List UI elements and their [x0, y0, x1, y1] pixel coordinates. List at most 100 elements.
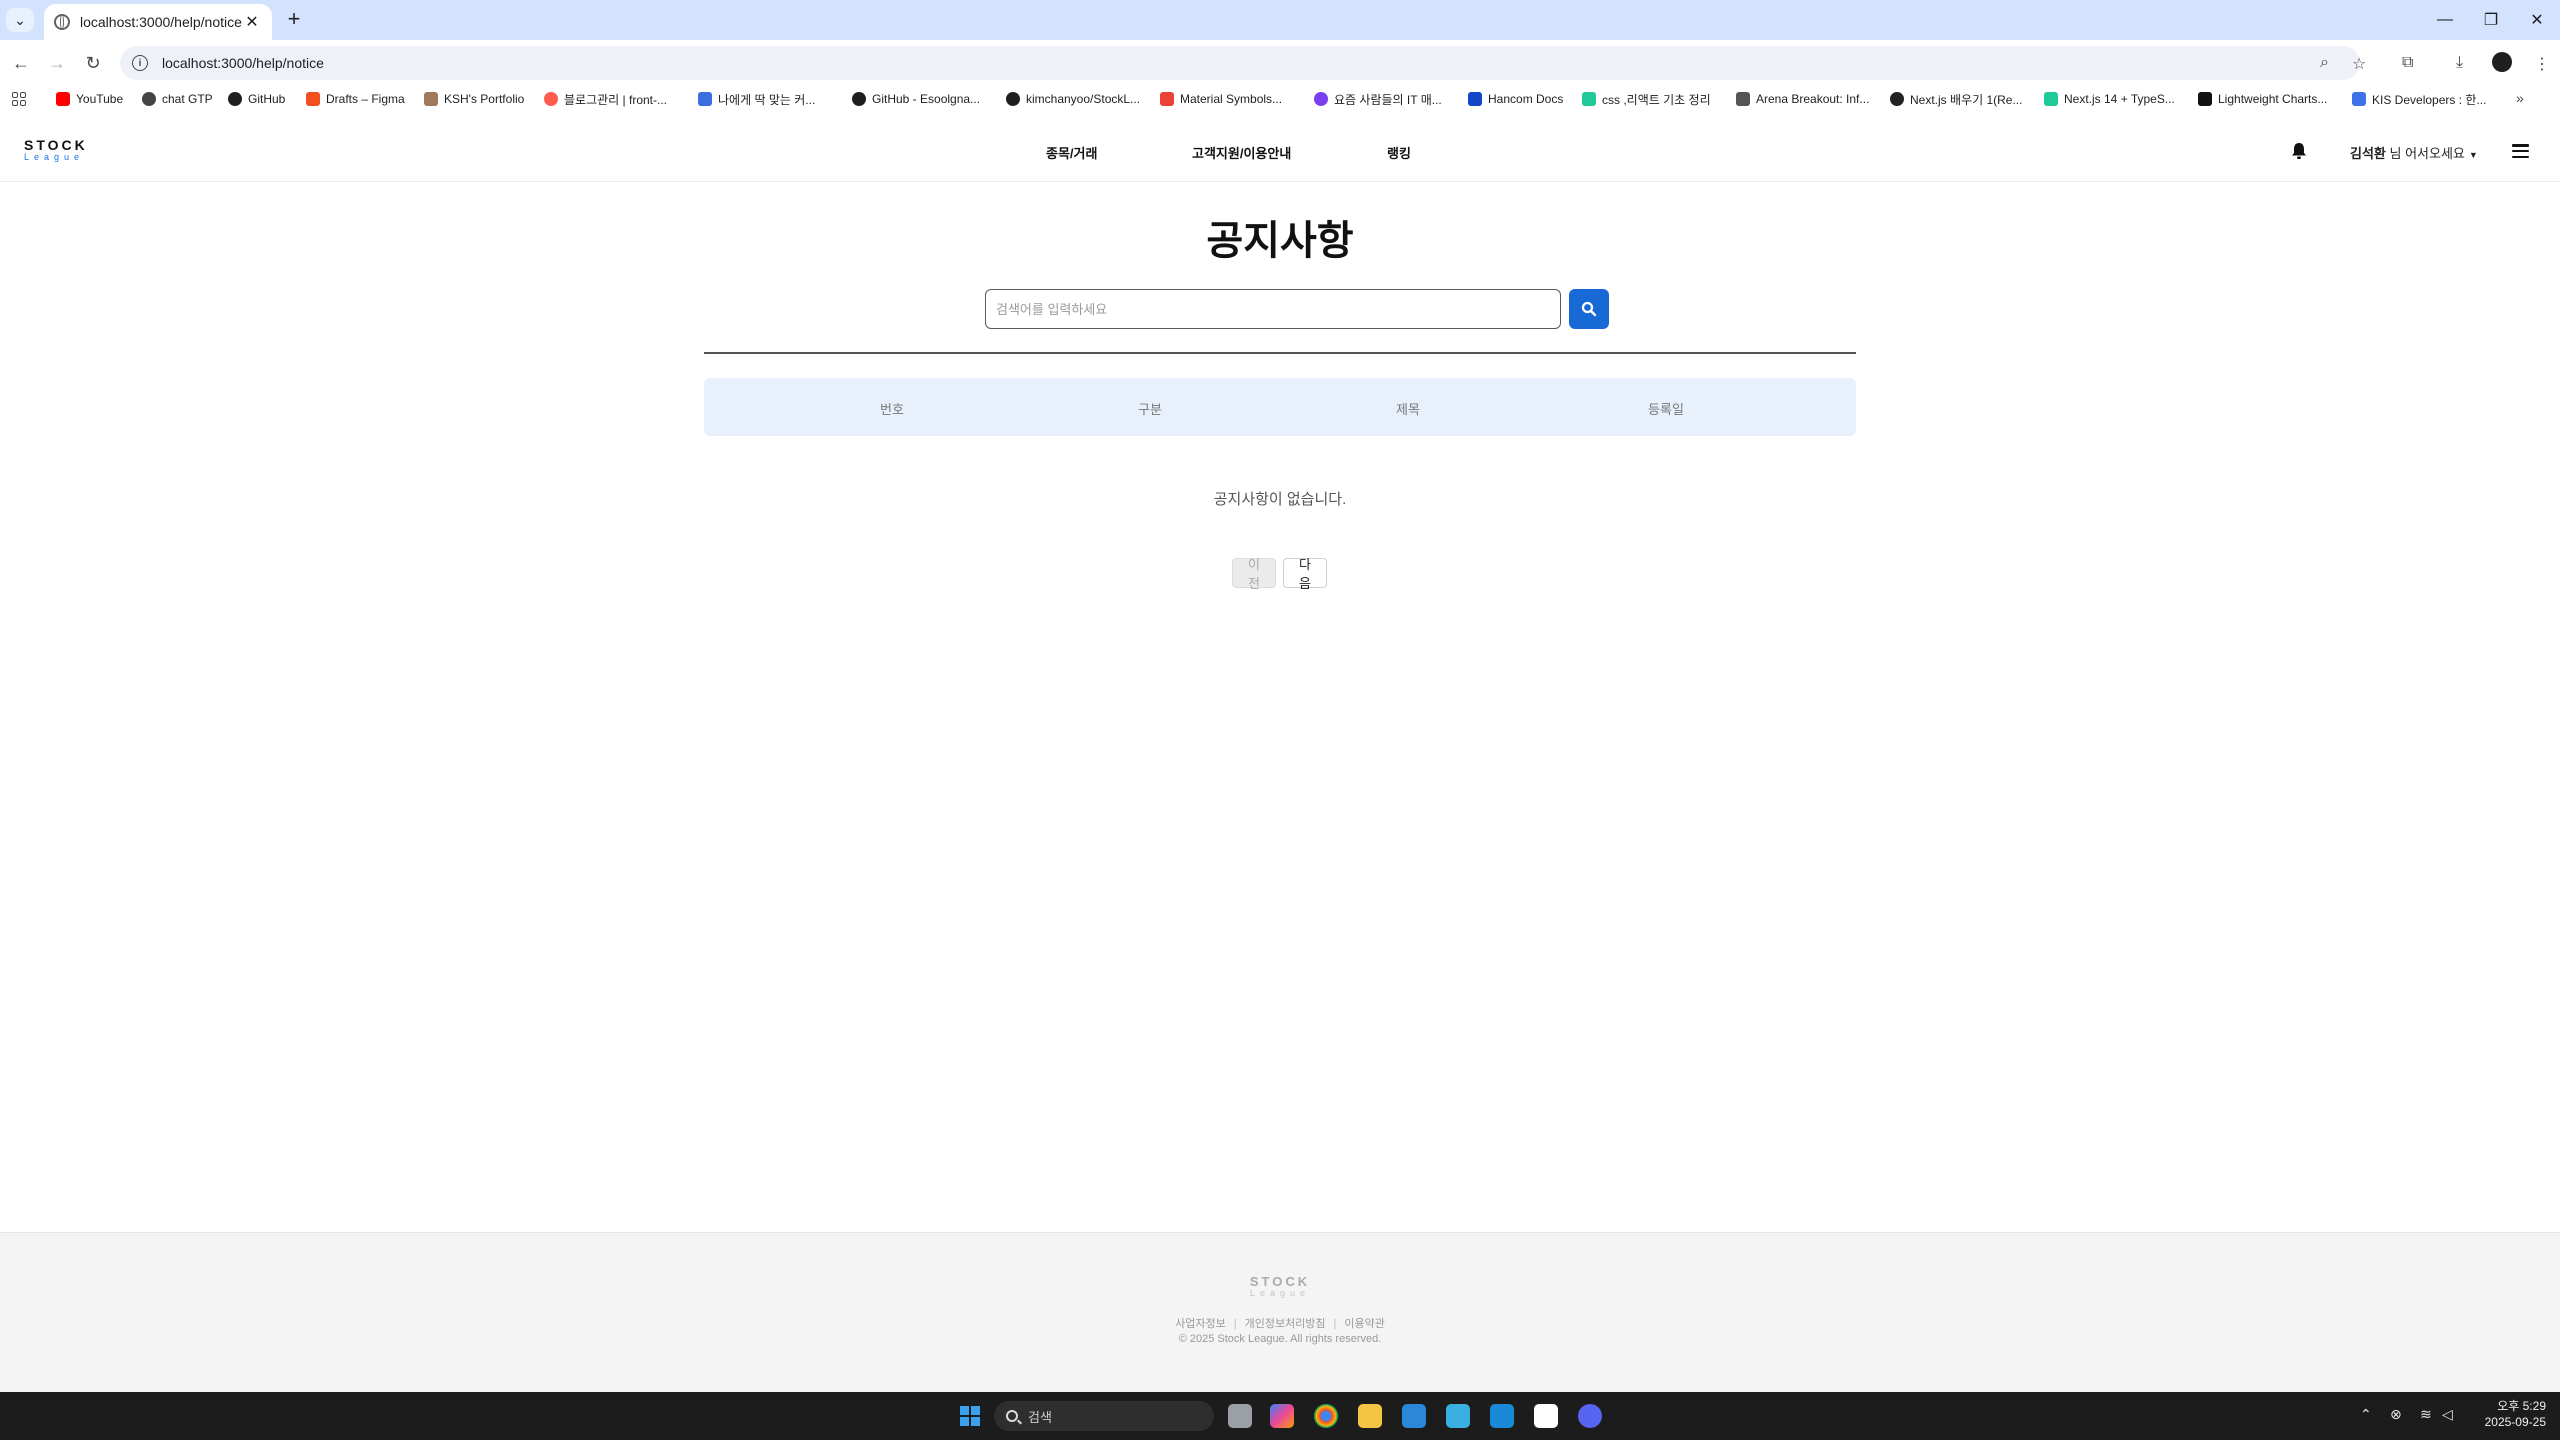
minimize-icon[interactable]: —: [2422, 0, 2468, 40]
footer-logo: STOCK League: [0, 1275, 2560, 1298]
bell-icon[interactable]: [2291, 142, 2307, 160]
volume-icon[interactable]: ◁: [2442, 1406, 2453, 1423]
bookmark-youtube[interactable]: YouTube: [56, 89, 123, 109]
footer-logo-top: STOCK: [1249, 1274, 1311, 1289]
ms-store-icon[interactable]: [1402, 1404, 1426, 1428]
figma-icon: [306, 92, 320, 106]
browser-tab-active[interactable]: localhost:3000/help/notice ✕: [44, 4, 272, 40]
task-view-icon[interactable]: [1228, 1404, 1252, 1428]
chrome-icon[interactable]: [1314, 1404, 1338, 1428]
bookmarks-overflow-icon[interactable]: »: [2516, 90, 2524, 106]
next-page-button[interactable]: 다음: [1283, 557, 1327, 591]
restore-icon[interactable]: ❐: [2468, 0, 2514, 40]
nav-item-ranking[interactable]: 랭킹: [1387, 143, 1411, 162]
tray-app-icon[interactable]: ⊗: [2390, 1406, 2402, 1423]
bookmark-nextjs-14[interactable]: Next.js 14 + TypeS...: [2044, 89, 2175, 109]
tray-overflow-icon[interactable]: ⌃: [2360, 1406, 2372, 1423]
system-clock[interactable]: 오후 5:29 2025-09-25: [2470, 1398, 2546, 1430]
reload-icon[interactable]: ↻: [80, 50, 106, 76]
back-icon[interactable]: ←: [8, 50, 34, 76]
nav-item-stocks-trading[interactable]: 종목/거래: [1046, 143, 1097, 162]
zoom-icon[interactable]: ⌕: [2320, 54, 2329, 72]
site-logo[interactable]: STOCK League: [24, 138, 88, 162]
empty-notice-message: 공지사항이 없습니다.: [1213, 491, 1347, 508]
footer-copyright: © 2025 Stock League. All rights reserved…: [1178, 1333, 1382, 1345]
bookmark-css-react[interactable]: css ,리액트 기초 정리: [1582, 89, 1711, 109]
column-header-title: 제목: [1396, 402, 1420, 417]
bookmark-label: kimchanyoo/StockL...: [1026, 92, 1141, 106]
bookmark-label: Hancom Docs: [1488, 92, 1564, 106]
bookmark-github[interactable]: GitHub: [228, 89, 285, 109]
content-divider: [704, 352, 1856, 354]
youtube-icon: [56, 92, 70, 106]
bookmark-stockleague-repo[interactable]: kimchanyoo/StockL...: [1006, 89, 1140, 109]
profile-avatar[interactable]: [2492, 52, 2512, 72]
taskbar-search-label: 검색: [1028, 1409, 1052, 1425]
tab-close-icon[interactable]: ✕: [242, 12, 262, 32]
notion-icon[interactable]: [1534, 1404, 1558, 1428]
copilot-icon[interactable]: [1270, 1404, 1294, 1428]
logo-bottom-text: League: [24, 152, 85, 162]
tab-search-chevron-icon[interactable]: ⌄: [6, 8, 34, 32]
bookmark-portfolio[interactable]: KSH's Portfolio: [424, 89, 524, 109]
wifi-icon[interactable]: ≋: [2420, 1406, 2432, 1423]
footer-link-terms[interactable]: 이용약관: [1344, 1318, 1384, 1330]
career-icon: [698, 92, 712, 106]
browser-toolbar: ← → ↻ i localhost:3000/help/notice ⌕ ☆ ⧉…: [0, 40, 2560, 86]
blog-icon: [544, 92, 558, 106]
site-footer: STOCK League 사업자정보 | 개인정보처리방침 | 이용약관 © 2025 …: [0, 1232, 2560, 1392]
discord-icon[interactable]: [1578, 1404, 1602, 1428]
tab-title: localhost:3000/help/notice: [80, 14, 242, 30]
file-explorer-icon[interactable]: [1358, 1404, 1382, 1428]
bookmark-blog[interactable]: 블로그관리 | front-...: [544, 89, 667, 109]
bookmark-chatgpt[interactable]: chat GTP: [142, 89, 213, 109]
new-tab-icon[interactable]: +: [282, 8, 306, 32]
windows-start-icon[interactable]: [960, 1406, 980, 1426]
github-icon: [1006, 92, 1020, 106]
column-header-category: 구분: [1138, 402, 1162, 417]
chrome-menu-icon[interactable]: ⋮: [2534, 54, 2550, 74]
footer-link-business-info[interactable]: 사업자정보: [1175, 1318, 1226, 1330]
nextjs-icon: [1890, 92, 1904, 106]
downloads-icon[interactable]: ⤓: [2456, 54, 2463, 72]
bookmark-star-icon[interactable]: ☆: [2352, 54, 2366, 74]
bookmark-kis[interactable]: KIS Developers : 한...: [2352, 89, 2486, 109]
footer-link-privacy[interactable]: 개인정보처리방침: [1245, 1318, 1326, 1330]
hamburger-menu-icon[interactable]: [2512, 144, 2529, 158]
bookmark-it-news[interactable]: 요즘 사람들의 IT 매...: [1314, 89, 1442, 109]
bookmark-label: chat GTP: [162, 92, 213, 106]
window-close-icon[interactable]: ✕: [2514, 0, 2560, 40]
bookmark-hancom[interactable]: Hancom Docs: [1468, 89, 1563, 109]
bookmark-label: 나에게 딱 맞는 커...: [718, 92, 816, 107]
bookmark-arena[interactable]: Arena Breakout: Inf...: [1736, 89, 1869, 109]
search-button[interactable]: [1569, 289, 1609, 329]
bookmark-github-esool[interactable]: GitHub - Esoolgna...: [852, 89, 980, 109]
bookmark-label: Next.js 14 + TypeS...: [2064, 92, 2175, 106]
vscode-icon[interactable]: [1490, 1404, 1514, 1428]
prev-page-button[interactable]: 이전: [1232, 557, 1276, 591]
bookmark-nextjs-1[interactable]: Next.js 배우기 1(Re...: [1890, 89, 2022, 109]
bookmark-figma[interactable]: Drafts – Figma: [306, 89, 405, 109]
site-info-icon[interactable]: i: [132, 55, 148, 71]
extensions-icon[interactable]: ⧉: [2402, 54, 2413, 72]
footer-separator: |: [1333, 1318, 1337, 1330]
taskbar-search[interactable]: 검색: [994, 1401, 1214, 1431]
page-title: 공지사항: [1206, 219, 1354, 263]
notice-search-input[interactable]: [985, 289, 1561, 329]
globe-icon: [54, 14, 70, 30]
apps-grid-icon[interactable]: [12, 92, 26, 106]
nav-item-support[interactable]: 고객지원/이용안내: [1192, 143, 1291, 162]
search-icon: [1006, 1410, 1018, 1422]
user-greeting[interactable]: 김석환 님 어서오세요 ▼: [2350, 143, 2478, 162]
bookmark-lightweight-charts[interactable]: Lightweight Charts...: [2198, 89, 2327, 109]
github-icon: [852, 92, 866, 106]
column-header-date: 등록일: [1648, 402, 1684, 417]
bookmark-label: YouTube: [76, 92, 124, 106]
hancom-icon: [1468, 92, 1482, 106]
bookmark-material-symbols[interactable]: Material Symbols...: [1160, 89, 1282, 109]
notepad-icon[interactable]: [1446, 1404, 1470, 1428]
bookmark-career[interactable]: 나에게 딱 맞는 커...: [698, 89, 815, 109]
notice-table-header: 번호 구분 제목 등록일: [704, 378, 1856, 436]
forward-icon[interactable]: →: [44, 50, 70, 76]
address-bar[interactable]: i localhost:3000/help/notice: [120, 46, 2360, 80]
